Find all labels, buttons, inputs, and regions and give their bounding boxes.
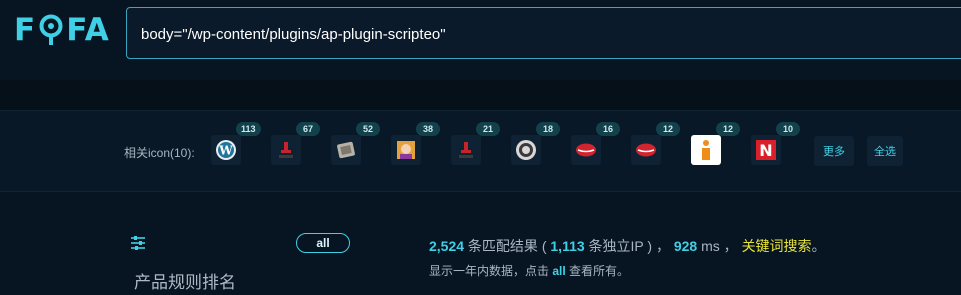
search-box[interactable]	[126, 7, 961, 59]
toolbar-strip	[0, 80, 961, 110]
icon-count-badge: 21	[476, 122, 500, 136]
red-figure-small-icon[interactable]	[451, 135, 481, 165]
icon-count-badge: 12	[716, 122, 740, 136]
show-all-link[interactable]: all	[552, 264, 565, 278]
red-figure-icon[interactable]	[271, 135, 301, 165]
query-time: 928	[673, 238, 698, 254]
circle-logo-icon[interactable]	[511, 135, 541, 165]
search-input[interactable]	[141, 22, 941, 46]
grey-tile-icon[interactable]	[331, 135, 361, 165]
header-bar: F FA	[0, 0, 961, 80]
orange-info-icon[interactable]	[691, 135, 721, 165]
icon-count-badge: 67	[296, 122, 320, 136]
svg-text:W: W	[218, 144, 233, 158]
icon-count-badge: 12	[656, 122, 680, 136]
icon-count-badge: 10	[776, 122, 800, 136]
character-icon[interactable]	[391, 135, 421, 165]
red-lips-alt-icon[interactable]	[631, 135, 661, 165]
wordpress-icon[interactable]: W	[211, 135, 241, 165]
select-all-button[interactable]: 全选	[867, 136, 903, 166]
red-n-icon[interactable]: N	[751, 135, 781, 165]
filter-sliders-icon[interactable]	[131, 236, 145, 255]
svg-text:N: N	[759, 141, 772, 160]
all-filter-button[interactable]: all	[296, 233, 350, 253]
result-count: 2,524	[429, 238, 465, 254]
unique-ip-count: 1,113	[550, 238, 585, 254]
icon-count-badge: 52	[356, 122, 380, 136]
red-lips-icon[interactable]	[571, 135, 601, 165]
result-subnote: 显示一年内数据，点击 all 查看所有。	[429, 264, 630, 278]
result-summary: 2,524 条匹配结果 ( 1,113 条独立IP ) ， 928 ms ， 关…	[429, 238, 826, 254]
icon-count-badge: 16	[596, 122, 620, 136]
more-icons-button[interactable]: 更多	[814, 136, 854, 166]
related-icons-label: 相关icon(10):	[124, 146, 195, 160]
keyword-search-link[interactable]: 关键词搜索	[742, 238, 812, 254]
icon-count-badge: 18	[536, 122, 560, 136]
magnifier-o-icon	[38, 13, 64, 47]
fofa-logo[interactable]: F FA	[14, 12, 114, 48]
icon-count-badge: 38	[416, 122, 440, 136]
product-rule-ranking-title: 产品规则排名	[134, 273, 236, 292]
icon-count-badge: 113	[236, 122, 261, 136]
